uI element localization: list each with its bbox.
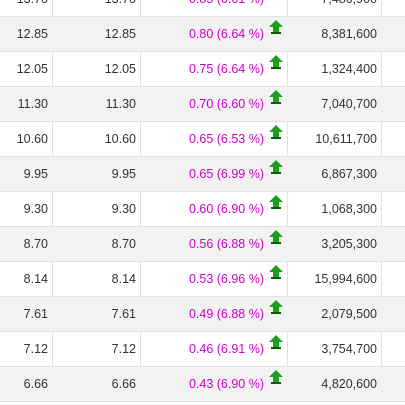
up-arrow-icon [269, 335, 283, 349]
price-cell: 7.12 [111, 342, 136, 356]
price-cell: 10.60 [16, 132, 48, 146]
price-cell: 13.70 [57, 0, 136, 16]
table-row: 10.60 10.60 0.65 (6.53 %) 10,611,700 [0, 122, 405, 157]
change-cell: 0.65 (6.99 %) [188, 167, 264, 181]
price-cell: 7.12 [23, 342, 48, 356]
price-cell: 9.30 [111, 202, 136, 216]
up-arrow-icon [269, 125, 283, 139]
change-cell: 0.56 (6.88 %) [188, 237, 264, 251]
price-cell: 10.60 [104, 132, 136, 146]
volume-cell: 7,480,900 [292, 0, 377, 16]
table-row: 12.85 12.85 0.80 (6.64 %) 8,381,600 [0, 17, 405, 52]
up-arrow-icon [269, 160, 283, 174]
price-cell: 7.61 [23, 307, 48, 321]
volume-cell: 4,820,600 [321, 377, 377, 391]
change-cell: 0.43 (6.90 %) [188, 377, 264, 391]
table-row: 7.61 7.61 0.49 (6.88 %) 2,079,500 [0, 297, 405, 332]
change-cell: 0.85 (6.61 %) [141, 0, 264, 16]
table-row: 13.70 13.70 0.85 (6.61 %) 7,480,900 [0, 0, 405, 17]
volume-cell: 10,611,700 [315, 132, 377, 146]
price-cell: 6.66 [23, 377, 48, 391]
table-row: 11.30 11.30 0.70 (6.60 %) 7,040,700 [0, 87, 405, 122]
price-cell: 9.95 [23, 167, 48, 181]
table-row: 9.95 9.95 0.65 (6.99 %) 6,867,300 [0, 157, 405, 192]
price-cell: 8.70 [23, 237, 48, 251]
up-arrow-icon [269, 230, 283, 244]
up-arrow-icon [269, 195, 283, 209]
up-arrow-icon [269, 90, 283, 104]
price-cell: 13.70 [0, 0, 48, 16]
table-row: 7.12 7.12 0.46 (6.91 %) 3,754,700 [0, 332, 405, 367]
volume-cell: 2,079,500 [321, 307, 377, 321]
change-cell: 0.80 (6.64 %) [188, 27, 264, 41]
price-cell: 12.05 [16, 62, 48, 76]
up-arrow-icon [269, 265, 283, 279]
change-cell: 0.46 (6.91 %) [188, 342, 264, 356]
change-cell: 0.65 (6.53 %) [188, 132, 264, 146]
volume-cell: 7,040,700 [321, 97, 377, 111]
table-row: 9.30 9.30 0.60 (6.90 %) 1,068,300 [0, 192, 405, 227]
price-cell: 7.61 [111, 307, 136, 321]
volume-cell: 6,867,300 [321, 167, 377, 181]
up-arrow-icon [269, 370, 283, 384]
price-cell: 9.95 [111, 167, 136, 181]
table-row: 12.05 12.05 0.75 (6.64 %) 1,324,400 [0, 52, 405, 87]
price-table: 13.70 13.70 0.85 (6.61 %) 7,480,900 12.8… [0, 0, 405, 402]
price-cell: 11.30 [105, 97, 136, 111]
price-cell: 6.66 [111, 377, 136, 391]
volume-cell: 8,381,600 [321, 27, 377, 41]
change-cell: 0.70 (6.60 %) [188, 97, 264, 111]
volume-cell: 15,994,600 [314, 272, 377, 286]
price-cell: 8.14 [111, 272, 136, 286]
price-cell: 12.85 [16, 27, 48, 41]
change-cell: 0.75 (6.64 %) [188, 62, 264, 76]
price-cell: 8.70 [111, 237, 136, 251]
volume-cell: 1,324,400 [321, 62, 377, 76]
change-cell: 0.53 (6.96 %) [188, 272, 264, 286]
table-row: 8.14 8.14 0.53 (6.96 %) 15,994,600 [0, 262, 405, 297]
up-arrow-icon [269, 300, 283, 314]
volume-cell: 3,754,700 [321, 342, 377, 356]
change-cell: 0.60 (6.90 %) [188, 202, 264, 216]
volume-cell: 3,205,300 [321, 237, 377, 251]
change-cell: 0.49 (6.88 %) [188, 307, 264, 321]
price-cell: 8.14 [23, 272, 48, 286]
price-cell: 12.85 [104, 27, 136, 41]
price-cell: 12.05 [104, 62, 136, 76]
price-cell: 11.30 [17, 97, 48, 111]
table-row: 6.66 6.66 0.43 (6.90 %) 4,820,600 [0, 367, 405, 402]
volume-cell: 1,068,300 [321, 202, 377, 216]
table-row: 8.70 8.70 0.56 (6.88 %) 3,205,300 [0, 227, 405, 262]
up-arrow-icon [269, 20, 283, 34]
up-arrow-icon [269, 55, 283, 69]
price-cell: 9.30 [23, 202, 48, 216]
